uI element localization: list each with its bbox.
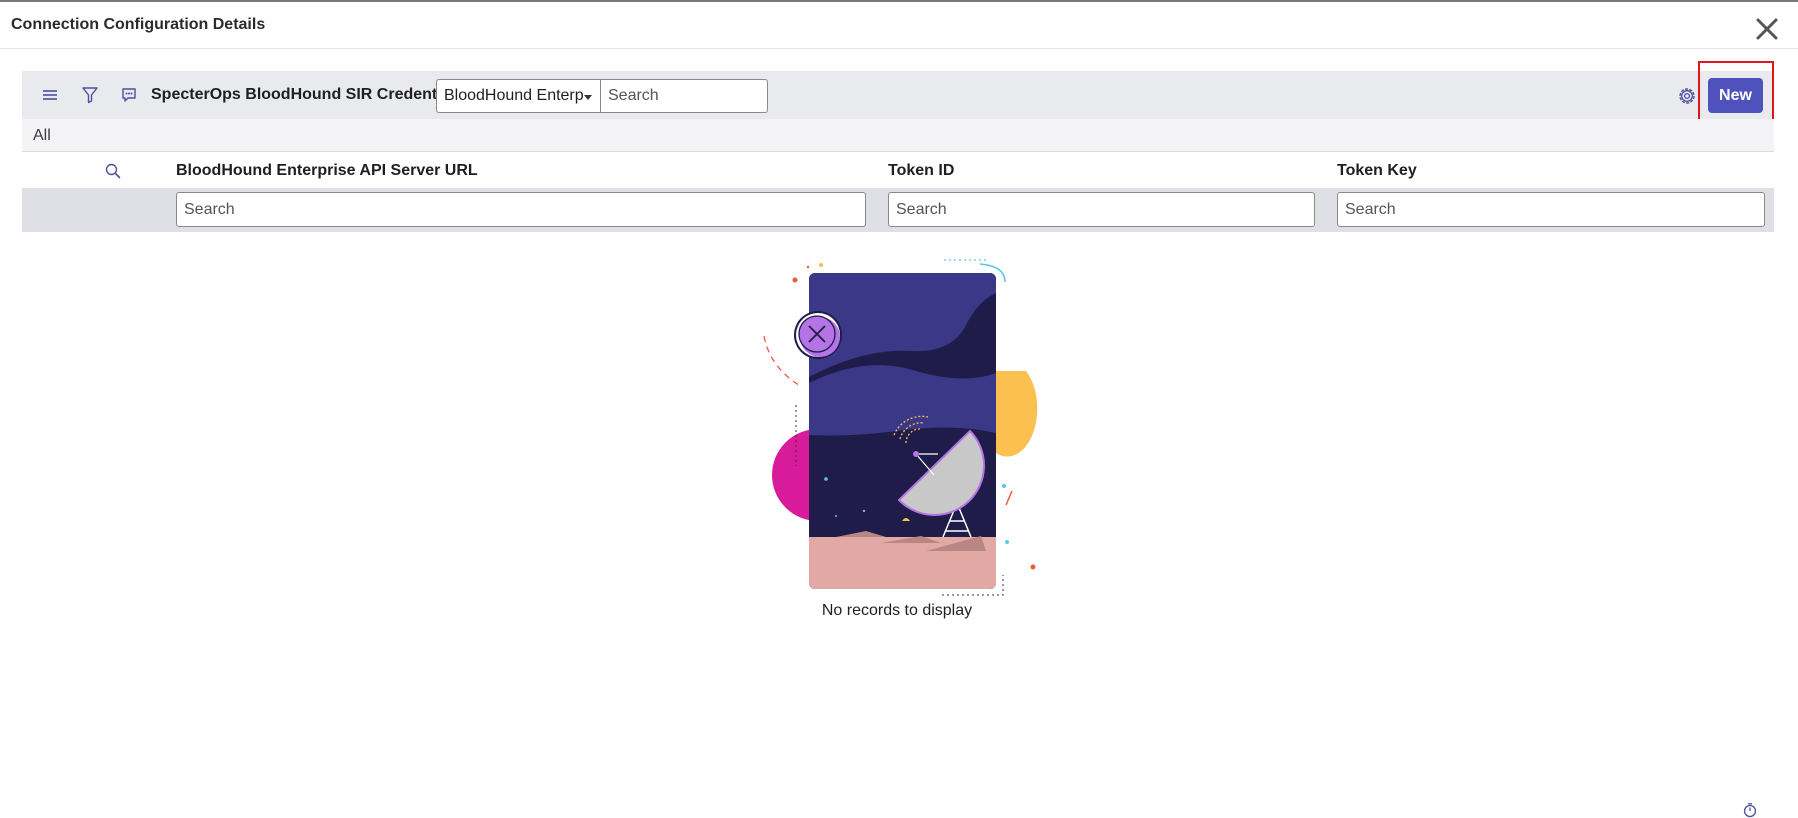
satellite-dish-illustration xyxy=(756,253,1046,603)
search-icon[interactable] xyxy=(104,162,122,180)
column-header-token-id[interactable]: Token ID xyxy=(888,162,954,180)
modal-title: Connection Configuration Details xyxy=(11,16,266,33)
modal-header: Connection Configuration Details xyxy=(0,2,1798,49)
list-search-input[interactable] xyxy=(601,79,768,113)
new-button[interactable]: New xyxy=(1708,78,1763,113)
hamburger-menu-icon[interactable] xyxy=(38,83,62,107)
search-field-select-value: BloodHound Enterp xyxy=(444,87,584,104)
gear-icon[interactable] xyxy=(1675,84,1699,108)
list-toolbar: SpecterOps BloodHound SIR Credentials Bl… xyxy=(22,71,1774,119)
empty-state-message: No records to display xyxy=(821,602,973,619)
api-server-url-search-input[interactable] xyxy=(176,192,866,227)
column-header-token-key[interactable]: Token Key xyxy=(1337,162,1417,180)
token-id-search-input[interactable] xyxy=(888,192,1315,227)
chevron-down-icon xyxy=(584,95,592,100)
breadcrumb: All xyxy=(22,119,1774,152)
column-header-api-server-url[interactable]: BloodHound Enterprise API Server URL xyxy=(176,162,478,180)
token-key-search-input[interactable] xyxy=(1337,192,1765,227)
search-field-select[interactable]: BloodHound Enterp xyxy=(436,79,601,113)
stopwatch-icon[interactable] xyxy=(1742,802,1758,818)
list-title: SpecterOps BloodHound SIR Credentials xyxy=(151,86,464,103)
breadcrumb-all[interactable]: All xyxy=(33,127,51,145)
table-header-row: BloodHound Enterprise API Server URL Tok… xyxy=(22,153,1774,188)
chat-bubble-icon[interactable] xyxy=(117,83,141,107)
column-search-row xyxy=(22,188,1774,232)
filter-icon[interactable] xyxy=(78,83,102,107)
close-icon[interactable] xyxy=(1752,14,1782,44)
